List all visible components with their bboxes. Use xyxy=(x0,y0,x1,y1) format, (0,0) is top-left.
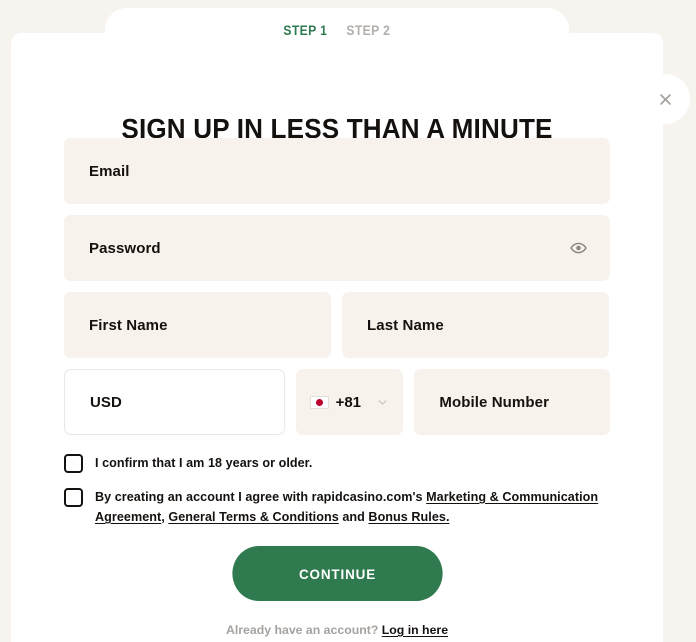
submit-row: CONTINUE xyxy=(64,546,610,601)
mobile-number-field[interactable]: Mobile Number xyxy=(414,369,610,435)
phone-code-select[interactable]: +81 xyxy=(295,369,404,435)
terms-confirm-checkbox[interactable] xyxy=(64,488,83,507)
first-name-field[interactable]: First Name xyxy=(64,292,331,358)
bonus-rules-link[interactable]: Bonus Rules. xyxy=(368,510,449,524)
eye-icon[interactable] xyxy=(570,240,587,257)
email-field[interactable]: Email xyxy=(64,138,610,204)
consent-age-row[interactable]: I confirm that I am 18 years or older. xyxy=(64,453,610,473)
password-placeholder: Password xyxy=(89,239,161,257)
currency-select[interactable]: USD xyxy=(64,369,285,435)
tab-step-2[interactable]: STEP 2 xyxy=(346,23,390,38)
login-link[interactable]: Log in here xyxy=(382,623,448,637)
continue-button[interactable]: CONTINUE xyxy=(231,546,443,601)
terms-confirm-label: By creating an account I agree with rapi… xyxy=(95,487,610,527)
name-row: First Name Last Name xyxy=(64,292,610,358)
phone-code-value: +81 xyxy=(335,393,362,411)
close-icon xyxy=(658,92,673,107)
flag-dot xyxy=(315,398,323,406)
currency-phone-row: USD +81 Mobile Number xyxy=(64,369,610,435)
age-confirm-checkbox[interactable] xyxy=(64,454,83,473)
terms-prefix: By creating an account I agree with rapi… xyxy=(95,490,427,504)
japan-flag-icon xyxy=(309,395,329,409)
general-terms-link[interactable]: General Terms & Conditions xyxy=(168,510,338,524)
login-prompt-text: Already have an account? xyxy=(225,623,382,637)
step-tabs: STEP 1 STEP 2 xyxy=(105,8,569,52)
last-name-field[interactable]: Last Name xyxy=(342,292,609,358)
terms-sep-2: and xyxy=(338,510,369,524)
chevron-down-icon xyxy=(376,396,389,409)
consent-terms-row[interactable]: By creating an account I agree with rapi… xyxy=(64,487,610,527)
consents: I confirm that I am 18 years or older. B… xyxy=(64,453,610,527)
currency-value: USD xyxy=(90,393,122,411)
password-field[interactable]: Password xyxy=(64,215,610,281)
age-confirm-label: I confirm that I am 18 years or older. xyxy=(95,456,313,470)
tab-step-1[interactable]: STEP 1 xyxy=(284,23,328,38)
mobile-number-placeholder: Mobile Number xyxy=(439,393,550,411)
last-name-placeholder: Last Name xyxy=(367,316,444,334)
signup-form: Email Password First Name Last Name USD xyxy=(64,138,610,637)
email-placeholder: Email xyxy=(89,162,130,180)
close-button[interactable] xyxy=(640,74,690,124)
first-name-placeholder: First Name xyxy=(89,316,168,334)
login-prompt: Already have an account? Log in here xyxy=(64,623,610,637)
signup-modal: SIGN UP IN LESS THAN A MINUTE Email Pass… xyxy=(11,33,663,642)
